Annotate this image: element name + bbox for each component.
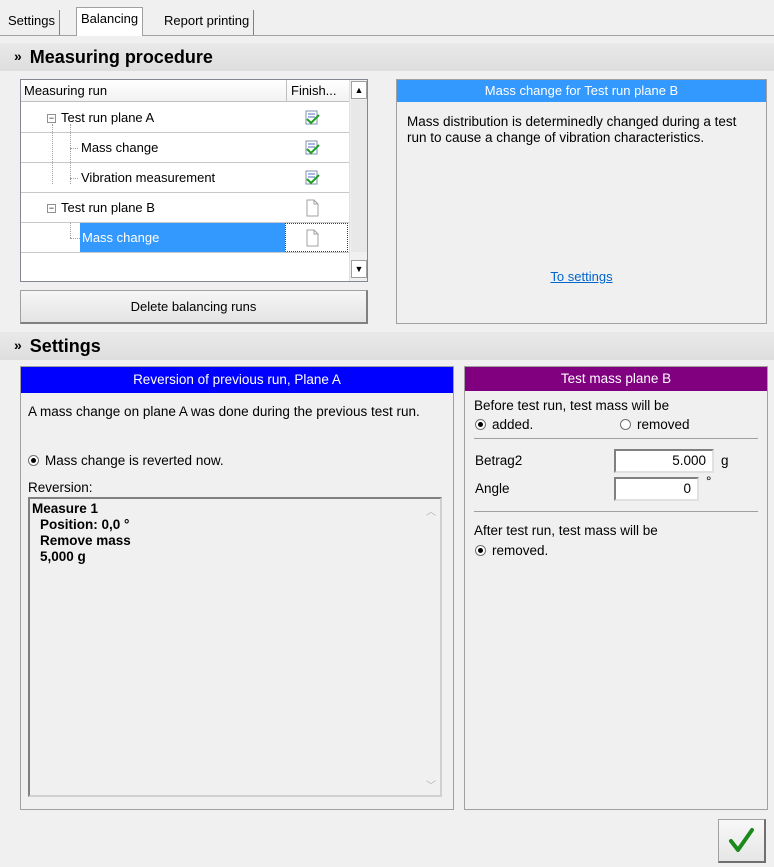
betrag-label: Betrag2 bbox=[475, 453, 523, 468]
tree-row-vibration-measurement[interactable]: Vibration measurement bbox=[21, 163, 349, 193]
tab-balancing[interactable]: Balancing bbox=[76, 7, 144, 36]
section-title: Settings bbox=[29, 336, 101, 356]
settings-header[interactable]: » Settings bbox=[0, 332, 774, 360]
tree-row-label: Test run plane A bbox=[61, 110, 155, 125]
finished-checkmark-icon bbox=[305, 110, 320, 125]
confirm-button[interactable] bbox=[718, 819, 766, 863]
run-info-title: Mass change for Test run plane B bbox=[397, 80, 766, 102]
unfinished-document-icon bbox=[306, 199, 319, 217]
betrag-unit: g bbox=[721, 453, 729, 468]
option-removed[interactable]: removed bbox=[620, 417, 690, 432]
finished-checkmark-icon bbox=[305, 140, 320, 155]
scroll-thumb[interactable] bbox=[351, 100, 367, 252]
tree-row-label: Mass change bbox=[81, 140, 159, 155]
option-removed-label: removed bbox=[637, 417, 690, 432]
reversion-line: Measure 1 bbox=[32, 501, 99, 516]
column-header-finished[interactable]: Finish... bbox=[291, 83, 337, 98]
tab-report-printing[interactable]: Report printing bbox=[160, 10, 255, 35]
option-after-removed-label: removed. bbox=[492, 543, 549, 558]
option-added-label: added. bbox=[492, 417, 534, 432]
tree-row-mass-change-b[interactable]: Mass change bbox=[21, 223, 349, 253]
reversion-text: A mass change on plane A was done during… bbox=[28, 404, 420, 419]
angle-input[interactable]: 0 bbox=[614, 477, 699, 501]
radio-selected-icon[interactable] bbox=[28, 455, 39, 466]
betrag-input[interactable]: 5.000 bbox=[614, 449, 714, 473]
reversion-line: Remove mass bbox=[40, 533, 131, 548]
collapse-toggle-icon[interactable]: − bbox=[47, 204, 56, 213]
scroll-up-arrow-icon[interactable]: ▲ bbox=[351, 81, 367, 99]
finished-checkmark-icon bbox=[305, 170, 320, 185]
reversion-line: 5,000 g bbox=[40, 549, 86, 564]
scroll-down-arrow-icon[interactable]: ﹀ bbox=[426, 777, 436, 792]
checkmark-icon bbox=[729, 828, 754, 852]
measuring-run-grid[interactable]: Measuring run Finish... − Test run plane… bbox=[20, 79, 368, 282]
reversion-panel: Reversion of previous run, Plane A A mas… bbox=[20, 366, 454, 810]
to-settings-link[interactable]: To settings bbox=[397, 269, 766, 284]
measuring-procedure-header[interactable]: » Measuring procedure bbox=[0, 43, 774, 71]
angle-label: Angle bbox=[475, 481, 510, 496]
test-mass-panel: Test mass plane B Before test run, test … bbox=[464, 366, 768, 810]
tree-row-mass-change-a[interactable]: Mass change bbox=[21, 133, 349, 163]
collapse-chevron-icon[interactable]: » bbox=[14, 48, 22, 64]
radio-selected-icon[interactable] bbox=[475, 419, 486, 430]
run-info-panel: Mass change for Test run plane B Mass di… bbox=[396, 79, 767, 324]
reversion-title: Reversion of previous run, Plane A bbox=[21, 367, 453, 393]
radio-unselected-icon[interactable] bbox=[620, 419, 631, 430]
reversion-label: Reversion: bbox=[28, 480, 93, 495]
reversion-option[interactable]: Mass change is reverted now. bbox=[28, 453, 224, 468]
scroll-up-arrow-icon[interactable]: ︿ bbox=[426, 503, 436, 518]
test-mass-title: Test mass plane B bbox=[465, 367, 767, 391]
tab-bar: Settings Balancing Report printing bbox=[0, 0, 774, 36]
tree-row-label: Vibration measurement bbox=[81, 170, 216, 185]
run-info-description: Mass distribution is determinedly change… bbox=[407, 114, 737, 145]
reversion-line: Position: 0,0 ° bbox=[40, 517, 130, 532]
reversion-textbox[interactable]: Measure 1 Position: 0,0 ° Remove mass 5,… bbox=[28, 497, 442, 797]
column-header-measuring-run[interactable]: Measuring run bbox=[24, 83, 107, 98]
tree-row-test-run-plane-a[interactable]: − Test run plane A bbox=[21, 103, 349, 133]
angle-unit: ° bbox=[706, 474, 712, 489]
tree-row-label: Test run plane B bbox=[61, 200, 155, 215]
tab-settings[interactable]: Settings bbox=[4, 10, 60, 35]
option-added[interactable]: added. bbox=[475, 417, 533, 432]
grid-header: Measuring run Finish... bbox=[21, 80, 350, 102]
delete-balancing-runs-button[interactable]: Delete balancing runs bbox=[20, 290, 368, 324]
grid-vertical-scrollbar[interactable]: ▲ ▼ bbox=[349, 80, 367, 281]
radio-selected-icon[interactable] bbox=[475, 545, 486, 556]
scroll-down-arrow-icon[interactable]: ▼ bbox=[351, 260, 367, 278]
reversion-scrollbar[interactable]: ︿ ﹀ bbox=[423, 499, 440, 795]
section-title: Measuring procedure bbox=[29, 47, 213, 67]
option-after-removed[interactable]: removed. bbox=[475, 543, 548, 558]
tree-row-label: Mass change bbox=[80, 223, 285, 252]
collapse-toggle-icon[interactable]: − bbox=[47, 114, 56, 123]
after-test-run-text: After test run, test mass will be bbox=[474, 523, 658, 538]
reversion-option-label: Mass change is reverted now. bbox=[45, 453, 224, 468]
tree-row-test-run-plane-b[interactable]: − Test run plane B bbox=[21, 193, 349, 223]
before-test-run-text: Before test run, test mass will be bbox=[474, 398, 670, 413]
collapse-chevron-icon[interactable]: » bbox=[14, 337, 22, 353]
